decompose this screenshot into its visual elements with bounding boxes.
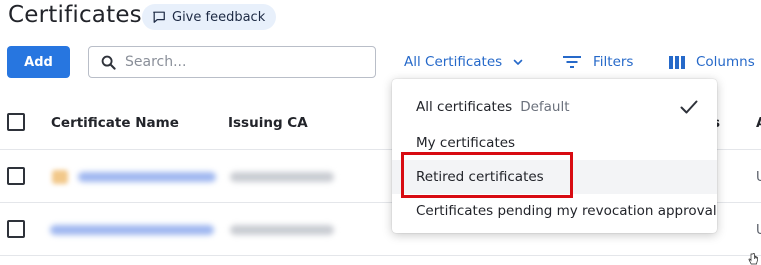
give-feedback-button[interactable]: Give feedback bbox=[142, 4, 277, 30]
columns-icon bbox=[669, 55, 685, 69]
column-header-issuing-ca[interactable]: Issuing CA bbox=[228, 115, 308, 131]
view-selector[interactable]: All Certificates bbox=[404, 54, 524, 70]
columns-button[interactable]: Columns bbox=[669, 54, 755, 70]
menu-item-pending-revocation[interactable]: Certificates pending my revocation appro… bbox=[392, 194, 717, 228]
certificate-name-redacted[interactable] bbox=[50, 225, 214, 235]
give-feedback-label: Give feedback bbox=[172, 9, 266, 25]
column-header-certificate-name[interactable]: Certificate Name bbox=[51, 115, 179, 131]
column-header-partial-2[interactable]: A bbox=[756, 115, 761, 131]
filters-button[interactable]: Filters bbox=[563, 54, 633, 70]
menu-item-label: All certificates bbox=[416, 99, 513, 115]
row-checkbox[interactable] bbox=[7, 220, 25, 238]
row-trailing-text: U bbox=[756, 223, 761, 238]
select-all-checkbox[interactable] bbox=[7, 113, 25, 131]
row-checkbox[interactable] bbox=[7, 167, 25, 185]
certificate-name-redacted[interactable] bbox=[78, 172, 216, 182]
row-trailing-text: U bbox=[756, 170, 761, 185]
filter-icon bbox=[563, 56, 581, 68]
filters-label: Filters bbox=[593, 54, 634, 70]
issuing-ca-redacted bbox=[230, 225, 334, 235]
warning-icon bbox=[52, 170, 68, 184]
highlight-annotation-box bbox=[401, 152, 573, 198]
view-selector-label: All Certificates bbox=[404, 54, 503, 70]
feedback-icon bbox=[153, 11, 165, 23]
issuing-ca-redacted bbox=[230, 172, 334, 182]
add-button[interactable]: Add bbox=[7, 46, 70, 78]
menu-item-label: Certificates pending my revocation appro… bbox=[416, 203, 717, 219]
menu-item-all-certificates[interactable]: All certificates Default bbox=[392, 90, 717, 124]
search-box[interactable] bbox=[88, 46, 376, 78]
columns-label: Columns bbox=[696, 54, 755, 70]
default-tag: Default bbox=[520, 99, 570, 115]
page-title: Certificates bbox=[8, 2, 142, 28]
menu-item-label: My certificates bbox=[416, 135, 516, 151]
hand-cursor-icon bbox=[748, 253, 758, 265]
checkmark-icon bbox=[680, 100, 698, 114]
chevron-down-icon bbox=[513, 59, 523, 65]
search-icon bbox=[101, 55, 116, 70]
search-input[interactable] bbox=[125, 54, 365, 70]
